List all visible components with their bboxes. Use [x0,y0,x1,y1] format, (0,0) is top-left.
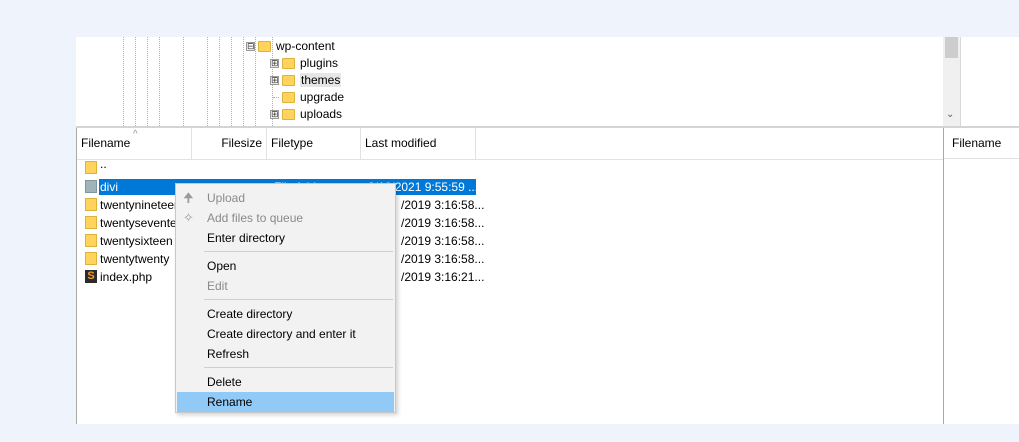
tree-guide-line [135,37,136,126]
column-label: Filesize [221,136,262,150]
menu-separator [204,299,393,300]
tree-guide-line [123,37,124,126]
file-name: twentysixteen [100,234,173,248]
folder-icon [85,198,97,211]
scrollbar-thumb[interactable] [945,37,958,58]
menu-item-open[interactable]: Open [177,256,394,276]
menu-item-label: Create directory [207,307,293,321]
folder-icon [282,91,295,103]
tree-guide-line [243,37,244,126]
column-label: Filename [81,136,131,150]
folder-icon [258,40,271,52]
tree-guide-line [231,37,232,126]
folder-icon [282,74,295,86]
tree-item-label: plugins [300,56,339,70]
tree-item-label: wp-content [276,39,335,53]
file-modified: /2019 3:16:58... [401,234,485,248]
menu-item-rename[interactable]: Rename [177,392,394,412]
file-name: .. [100,157,107,171]
column-label: Filename [952,136,1002,150]
menu-item-delete[interactable]: Delete [177,372,394,392]
sublime-file-icon: S [85,270,97,283]
collapse-icon[interactable]: ⊟ [246,41,255,51]
tree-vertical-scrollbar[interactable]: ⌄ [943,37,960,126]
expand-icon[interactable]: ⊞ [270,58,279,68]
menu-item-label: Rename [207,395,253,409]
tree-item-plugins[interactable]: ⊞ plugins [270,54,338,72]
menu-item-enter-directory[interactable]: Enter directory [177,228,394,248]
expand-icon[interactable]: ⊞ [270,75,279,85]
tree-guide-line [183,37,184,126]
column-filename[interactable]: Filename ^ [77,128,192,159]
menu-item-create-directory[interactable]: Create directory [177,304,394,324]
column-label: Last modified [365,136,437,150]
file-name: divi [100,180,119,194]
menu-item-create-directory-enter[interactable]: Create directory and enter it [177,324,394,344]
column-filesize[interactable]: Filesize [192,128,267,159]
context-menu: 🠉 Upload ✧ Add files to queue Enter dire… [175,183,396,413]
file-modified: /2019 3:16:21... [401,270,485,284]
folder-icon [85,234,97,247]
menu-item-edit[interactable]: Edit [177,276,394,296]
tree-item-label: uploads [300,107,343,121]
file-name: twentytwenty [100,252,170,266]
tree-guide-line [159,37,160,126]
menu-item-label: Create directory and enter it [207,327,356,341]
file-modified: /2019 3:16:58... [401,252,485,266]
folder-icon [85,161,97,174]
tree-guide-line [207,37,208,126]
remote-file-list[interactable]: Filename [943,128,1019,424]
file-list-header: Filename ^ Filesize Filetype Last modifi… [77,128,943,160]
folder-icon [282,57,295,69]
menu-item-label: Edit [207,279,228,293]
file-modified: /2019 3:16:58... [401,216,485,230]
menu-separator [204,367,393,368]
tree-guide-line [147,37,148,126]
tree-connector [270,96,279,98]
menu-item-add-files-to-queue[interactable]: ✧ Add files to queue [177,208,394,228]
upload-arrow-icon: 🠉 [183,190,194,205]
menu-item-upload[interactable]: 🠉 Upload [177,188,394,208]
folder-icon [85,252,97,265]
menu-item-refresh[interactable]: Refresh [177,344,394,364]
remote-directory-tree[interactable] [960,37,1019,126]
expand-icon[interactable]: ⊞ [270,109,279,119]
tree-item-uploads[interactable]: ⊞ uploads [270,105,342,123]
add-to-queue-icon: ✧ [183,210,194,225]
menu-item-label: Upload [207,191,246,205]
menu-item-label: Add files to queue [207,211,304,225]
local-directory-tree[interactable]: ⊟ wp-content ⊞ plugins ⊞ themes upgrade … [76,37,943,126]
tree-item-label: upgrade [300,90,345,104]
tree-item-label: themes [300,73,342,87]
menu-item-label: Open [207,259,237,273]
column-last-modified[interactable]: Last modified [361,128,476,159]
file-name: twentynineteen [100,198,181,212]
menu-item-label: Refresh [207,347,250,361]
tree-item-wp-content[interactable]: ⊟ wp-content [246,37,335,55]
tree-item-upgrade[interactable]: upgrade [270,88,344,106]
sort-ascending-icon: ^ [133,129,138,140]
file-modified: /2019 3:16:58... [401,198,485,212]
menu-item-label: Delete [207,375,242,389]
scroll-down-icon[interactable]: ⌄ [946,109,954,120]
menu-separator [204,251,393,252]
menu-item-label: Enter directory [207,231,286,245]
folder-icon [85,180,97,193]
column-filetype[interactable]: Filetype [267,128,361,159]
tree-item-themes[interactable]: ⊞ themes [270,71,342,89]
tree-guide-line [219,37,220,126]
file-name: index.php [100,270,153,284]
folder-icon [85,216,97,229]
remote-column-filename[interactable]: Filename [944,128,1019,159]
column-label: Filetype [271,136,314,150]
folder-icon [282,108,295,120]
